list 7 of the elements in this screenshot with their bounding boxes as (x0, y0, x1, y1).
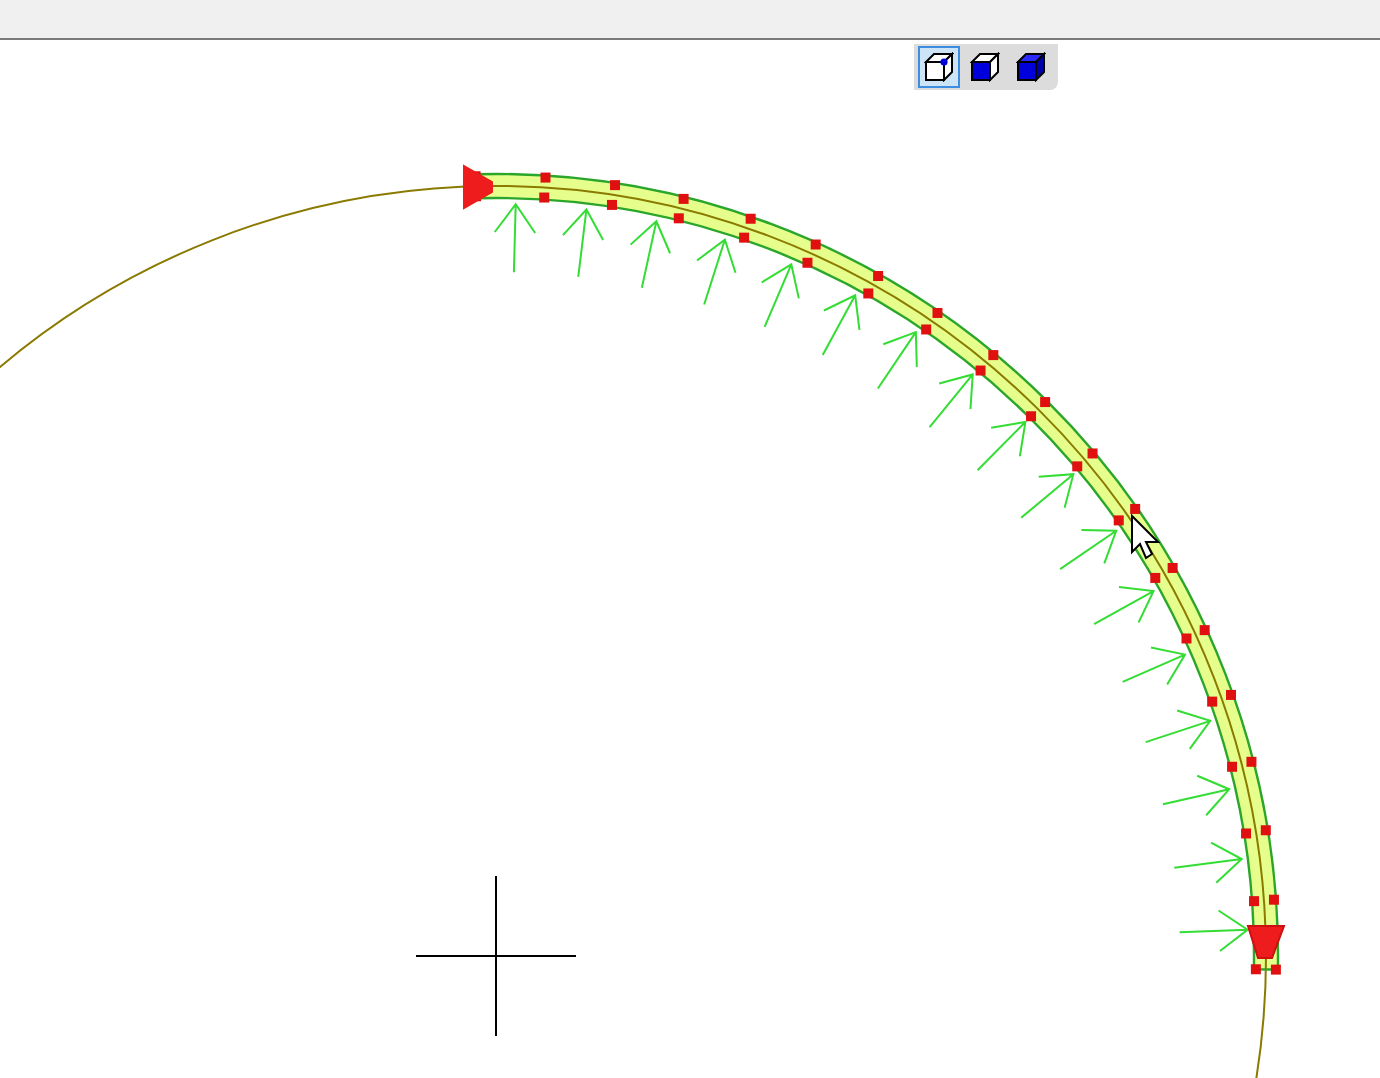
cube-icon (970, 52, 1000, 82)
view-mode-button[interactable] (964, 46, 1006, 88)
cube-icon (1016, 52, 1046, 82)
view-mode-button[interactable] (1010, 46, 1052, 88)
view-mode-button[interactable] (918, 46, 960, 88)
cube-icon (924, 52, 954, 82)
cursor-icon (1131, 513, 1161, 560)
